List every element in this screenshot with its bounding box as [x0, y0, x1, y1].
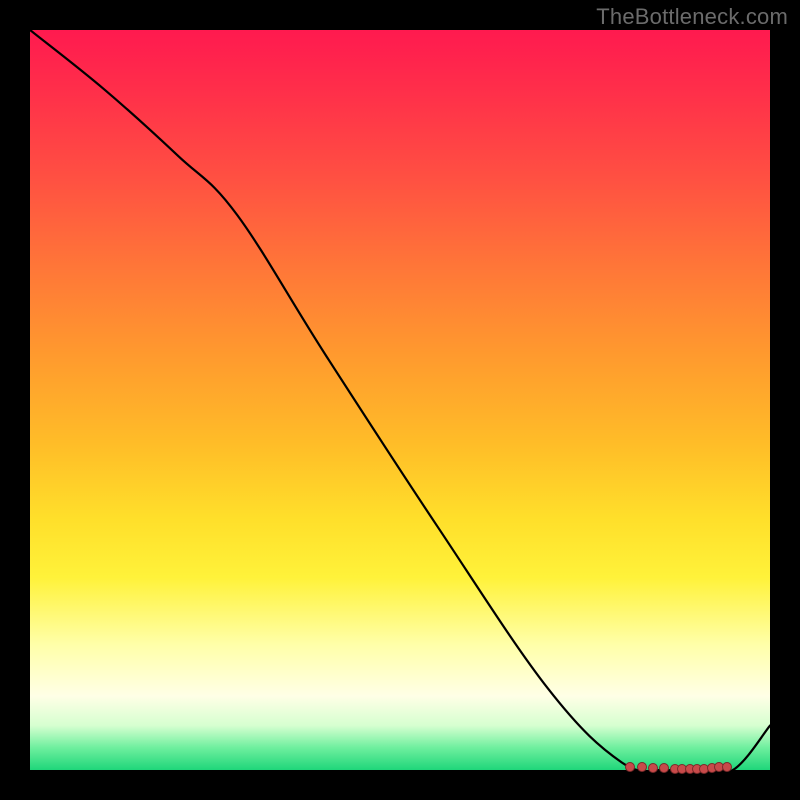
marker-dot [659, 763, 669, 773]
marker-dot [722, 762, 732, 772]
marker-group [30, 30, 770, 770]
marker-dot [648, 763, 658, 773]
marker-dot [625, 762, 635, 772]
watermark-text: TheBottleneck.com [596, 4, 788, 30]
plot-area [30, 30, 770, 770]
chart-frame: TheBottleneck.com [0, 0, 800, 800]
marker-dot [637, 762, 647, 772]
